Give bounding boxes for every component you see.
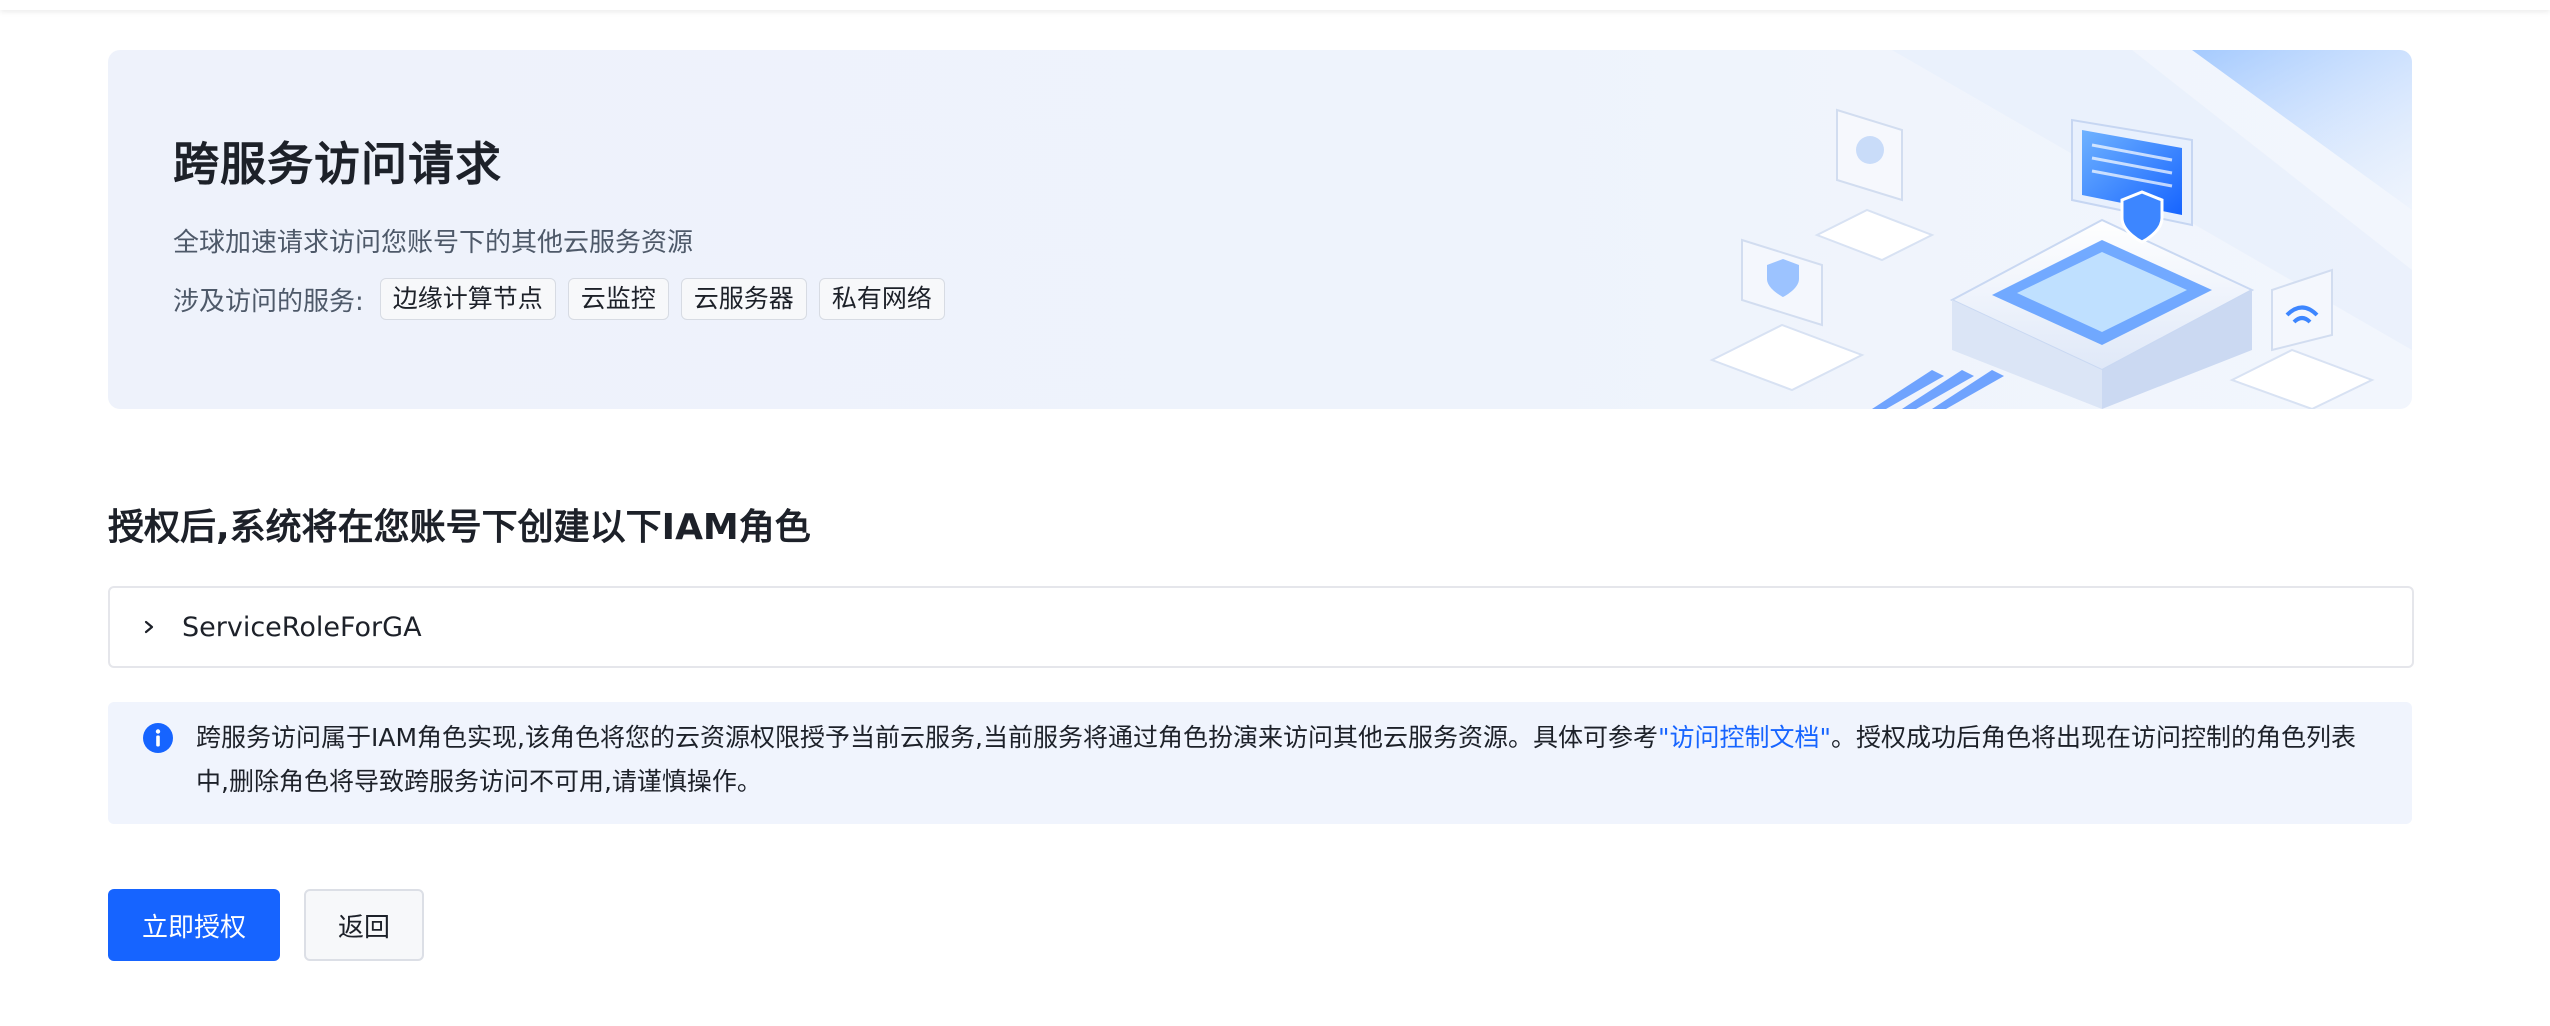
hero-banner: 跨服务访问请求 全球加速请求访问您账号下的其他云服务资源 涉及访问的服务: 边缘… — [108, 50, 2412, 409]
service-tag-edge: 边缘计算节点 — [379, 278, 556, 320]
role-collapse-item[interactable]: ServiceRoleForGA — [108, 586, 2414, 668]
hero-illustration — [1709, 50, 2412, 409]
hero-description: 全球加速请求访问您账号下的其他云服务资源 — [173, 228, 694, 258]
back-button[interactable]: 返回 — [304, 889, 424, 961]
service-tag-vpc: 私有网络 — [818, 278, 945, 320]
notice-text: 跨服务访问属于IAM角色实现,该角色将您的云资源权限授予当前云服务,当前服务将通… — [196, 716, 2386, 804]
authorize-button[interactable]: 立即授权 — [108, 889, 280, 961]
services-label: 涉及访问的服务: — [173, 286, 364, 317]
info-notice: 跨服务访问属于IAM角色实现,该角色将您的云资源权限授予当前云服务,当前服务将通… — [108, 702, 2412, 824]
service-tag-server: 云服务器 — [680, 278, 807, 320]
section-title: 授权后,系统将在您账号下创建以下IAM角色 — [108, 507, 811, 548]
role-name: ServiceRoleForGA — [182, 611, 422, 643]
chevron-right-icon[interactable] — [142, 620, 156, 634]
page-title: 跨服务访问请求 — [173, 137, 502, 191]
notice-text-before: 跨服务访问属于IAM角色实现,该角色将您的云资源权限授予当前云服务,当前服务将通… — [196, 723, 1658, 752]
info-icon — [143, 723, 173, 753]
access-control-doc-link[interactable]: "访问控制文档" — [1658, 723, 1831, 752]
top-bar — [0, 0, 2550, 10]
service-tag-list: 涉及访问的服务: 边缘计算节点 云监控 云服务器 私有网络 — [173, 278, 945, 320]
service-tag-monitor: 云监控 — [567, 278, 669, 320]
